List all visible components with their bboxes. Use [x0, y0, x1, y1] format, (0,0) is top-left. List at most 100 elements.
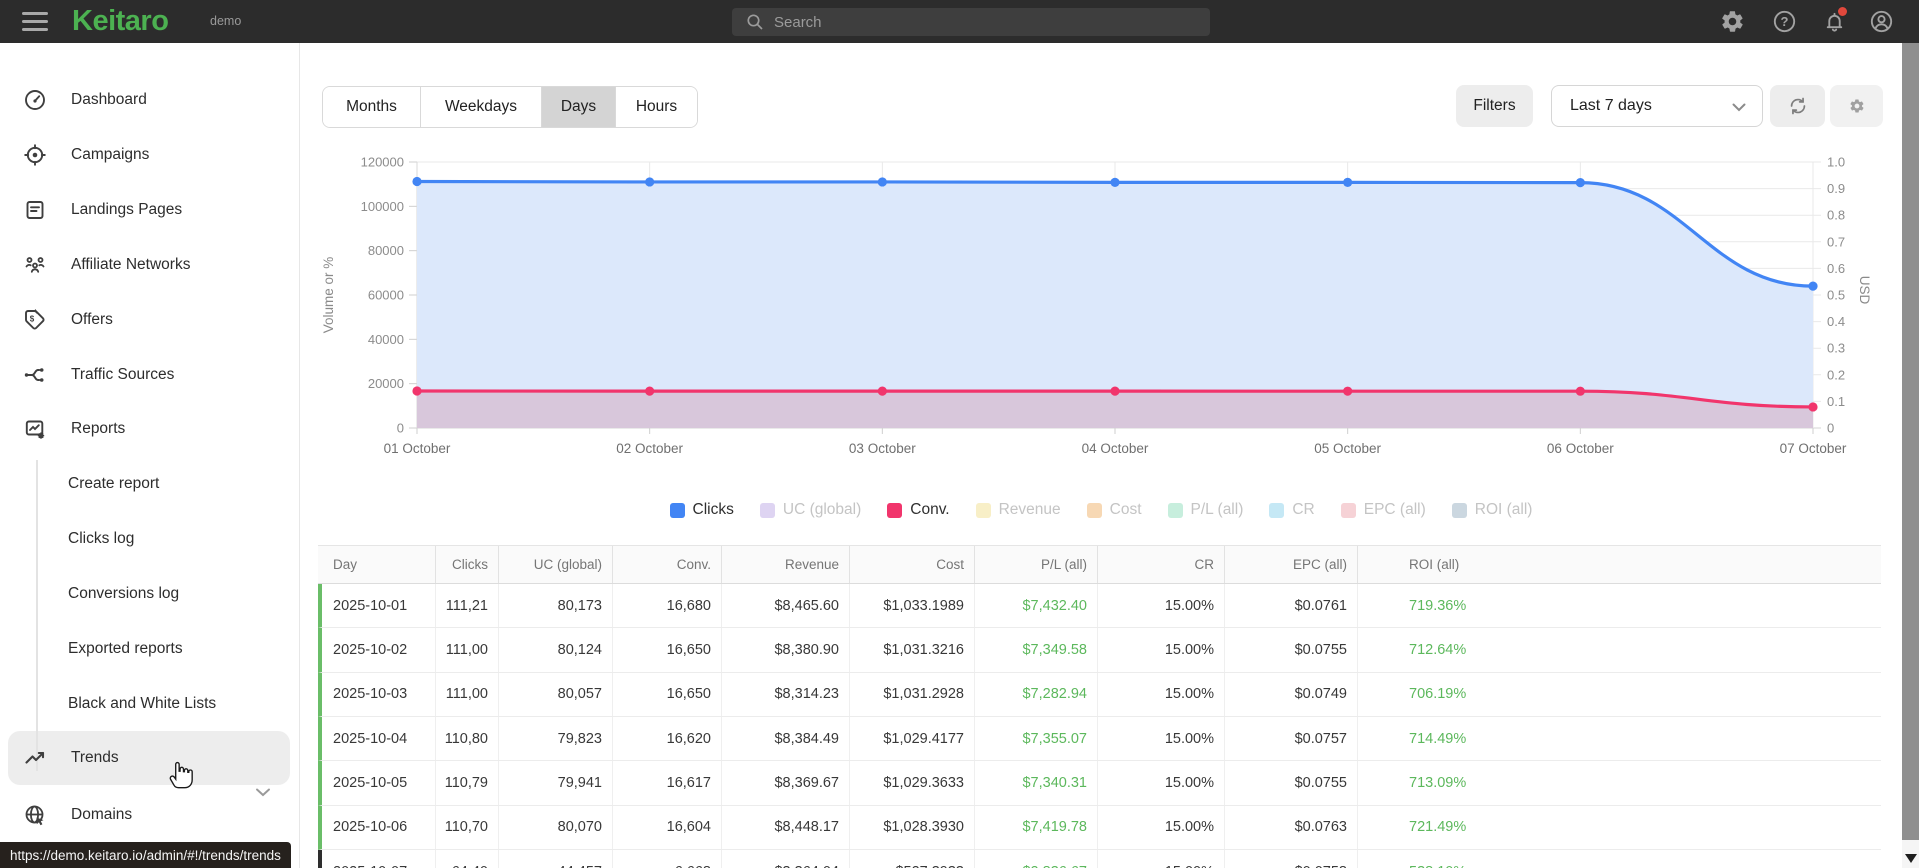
account-icon[interactable] — [1869, 9, 1894, 34]
table-row[interactable]: 2025-10-01 111,21 80,173 16,680 $8,465.60 $1,… — [318, 584, 1881, 629]
cell-day: 2025-10-07 — [322, 849, 436, 868]
legend-item-revenue[interactable]: Revenue — [975, 501, 1061, 519]
sidebar-item-create-report[interactable]: Create report — [68, 475, 159, 493]
cell-roi: 713.09% — [1409, 774, 1467, 791]
tab-days[interactable]: Days — [542, 87, 616, 127]
settings-gear-icon[interactable] — [1720, 9, 1745, 34]
cell-revenue: $8,384.49 — [722, 716, 850, 761]
table-row[interactable]: 2025-10-04 110,80 79,823 16,620 $8,384.49 $1,… — [318, 716, 1881, 762]
cell-clicks: 110,70 — [436, 805, 499, 849]
notification-dot — [1838, 7, 1847, 16]
svg-text:06 October: 06 October — [1547, 441, 1614, 456]
column-header-cost[interactable]: Cost — [850, 546, 975, 583]
cell-roi: 719.36% — [1409, 597, 1467, 614]
cell-cr: 15.00% — [1098, 805, 1225, 849]
chart-settings-button[interactable] — [1830, 85, 1883, 127]
cell-uc: 79,823 — [499, 716, 613, 761]
sidebar-item-domains[interactable]: Domains — [0, 793, 300, 837]
cell-conv: 6,668 — [613, 849, 722, 868]
sidebar-item-black-white-lists[interactable]: Black and White Lists — [68, 695, 216, 713]
svg-text:20000: 20000 — [368, 376, 404, 391]
scrollbar-down-arrow[interactable] — [1905, 854, 1917, 863]
svg-text:0.8: 0.8 — [1827, 208, 1845, 223]
environment-badge: demo — [210, 14, 242, 28]
cell-uc: 80,057 — [499, 672, 613, 716]
column-header-day[interactable]: Day — [318, 546, 436, 583]
svg-text:07 October: 07 October — [1780, 441, 1847, 456]
legend-item-conv[interactable]: Conv. — [887, 501, 950, 519]
sidebar-item-exported-reports[interactable]: Exported reports — [68, 640, 183, 658]
cell-uc: 80,070 — [499, 805, 613, 849]
legend-item-clicks[interactable]: Clicks — [669, 501, 734, 519]
column-header-uc-global[interactable]: UC (global) — [499, 546, 613, 583]
app-window: Keitaro demo ? Dashboard Campaigns Landi… — [0, 0, 1919, 868]
refresh-button[interactable] — [1770, 85, 1825, 127]
column-header-revenue[interactable]: Revenue — [722, 546, 850, 583]
sidebar-item-clicks-log[interactable]: Clicks log — [68, 530, 134, 548]
legend-item-uc-global[interactable]: UC (global) — [759, 501, 861, 519]
legend-swatch — [1086, 502, 1102, 518]
legend-item-epc-all[interactable]: EPC (all) — [1340, 501, 1426, 519]
legend-item-pl-all[interactable]: P/L (all) — [1167, 501, 1243, 519]
cell-clicks: 110,79 — [436, 761, 499, 805]
tab-weekdays[interactable]: Weekdays — [421, 87, 542, 127]
sidebar-item-conversions-log[interactable]: Conversions log — [68, 585, 179, 603]
trends-chart[interactable]: 0 0.1 0.2 0.3 0.4 0.5 0.6 0.7 0.8 0.9 1.0 01 Octobe… — [300, 125, 1902, 480]
cell-revenue: $8,380.90 — [722, 628, 850, 672]
table-row-partial[interactable]: 2025-10-0764,4044,4576,668$3,364.04$527.… — [318, 849, 1881, 868]
column-header-pl-all[interactable]: P/L (all) — [975, 546, 1098, 583]
global-search[interactable] — [732, 8, 1210, 36]
table-row[interactable]: 2025-10-06 110,70 80,070 16,604 $8,448.17 $1,… — [318, 805, 1881, 850]
cell-cr: 15.00% — [1098, 628, 1225, 672]
help-icon[interactable]: ? — [1772, 9, 1797, 34]
submenu-guide-line — [36, 460, 38, 771]
gear-icon — [1849, 99, 1864, 113]
cell-conv: 16,680 — [613, 584, 722, 628]
cell-cost: $1,029.3633 — [850, 761, 975, 805]
svg-text:04 October: 04 October — [1082, 441, 1149, 456]
tab-months[interactable]: Months — [323, 87, 421, 127]
table-row[interactable]: 2025-10-05 110,79 79,941 16,617 $8,369.67 $1,… — [318, 761, 1881, 806]
svg-text:$: $ — [30, 315, 35, 324]
cell-roi: 714.49% — [1409, 730, 1467, 747]
cell-day: 2025-10-03 — [322, 672, 436, 716]
legend-item-cr[interactable]: CR — [1269, 501, 1315, 519]
search-input[interactable] — [774, 13, 1210, 31]
svg-text:1.0: 1.0 — [1827, 155, 1845, 170]
cell-clicks: 110,80 — [436, 716, 499, 761]
sidebar-item-traffic-sources[interactable]: Traffic Sources — [0, 353, 300, 397]
table-header: Day Clicks UC (global) Conv. Revenue Cos… — [318, 545, 1881, 584]
svg-text:40000: 40000 — [368, 332, 404, 347]
legend-label: ROI (all) — [1474, 501, 1533, 518]
sidebar-item-affiliate-networks[interactable]: Affiliate Networks — [0, 243, 300, 287]
legend-label: Conv. — [910, 501, 950, 518]
hamburger-menu-icon[interactable] — [22, 12, 48, 31]
sidebar-item-landings-pages[interactable]: Landings Pages — [0, 188, 300, 232]
date-range-select[interactable]: Last 7 days — [1551, 85, 1763, 127]
filters-button[interactable]: Filters — [1456, 85, 1533, 127]
scrollbar-thumb[interactable] — [1902, 43, 1919, 840]
column-header-cr[interactable]: CR — [1098, 546, 1225, 583]
legend-item-roi-all[interactable]: ROI (all) — [1451, 501, 1533, 519]
sidebar-item-reports[interactable]: Reports — [0, 407, 300, 797]
sidebar-item-trends[interactable]: Trends — [0, 736, 300, 780]
vertical-scrollbar[interactable] — [1902, 43, 1919, 868]
refresh-icon — [1790, 97, 1805, 115]
column-header-epc-all[interactable]: EPC (all) — [1225, 546, 1358, 583]
cell-epc: $0.0761 — [1225, 584, 1358, 628]
table-row[interactable]: 2025-10-03 111,00 80,057 16,650 $8,314.23 $1,… — [318, 672, 1881, 717]
column-header-clicks[interactable]: Clicks — [436, 546, 499, 583]
cell-pl: $2,836.67 — [975, 849, 1098, 868]
sidebar-item-offers[interactable]: $ Offers — [0, 298, 300, 342]
table-row[interactable]: 2025-10-02 111,00 80,124 16,650 $8,380.90 $1,… — [318, 628, 1881, 673]
cell-cr: 15.00% — [1098, 761, 1225, 805]
top-bar: Keitaro demo ? — [0, 0, 1919, 43]
sidebar-item-campaigns[interactable]: Campaigns — [0, 133, 300, 177]
legend-item-cost[interactable]: Cost — [1086, 501, 1142, 519]
column-header-conv[interactable]: Conv. — [613, 546, 722, 583]
cell-uc: 80,173 — [499, 584, 613, 628]
tab-hours[interactable]: Hours — [616, 87, 697, 127]
sidebar-item-dashboard[interactable]: Dashboard — [0, 78, 300, 122]
sidebar-item-label: Domains — [71, 806, 133, 823]
column-header-roi-all[interactable]: ROI (all) — [1358, 546, 1881, 583]
